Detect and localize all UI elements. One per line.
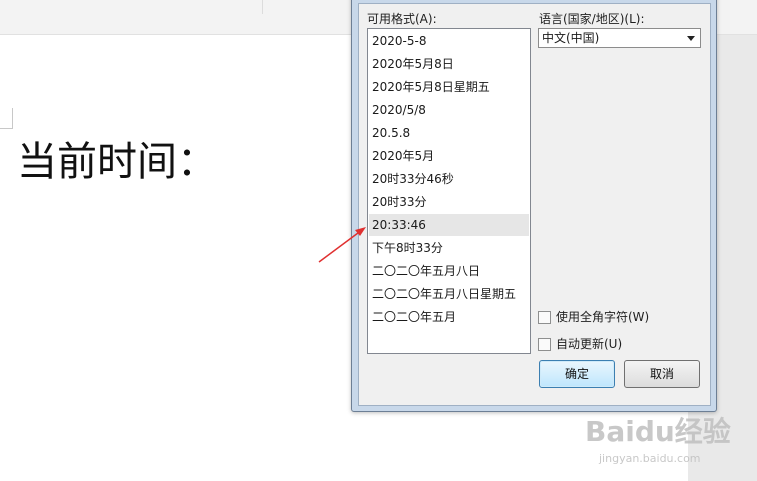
annotation-layer [318,227,366,263]
watermark-logo: Baidu经验 [585,415,731,448]
baidu-watermark: Baidu经验 jingyan.baidu.com [585,410,750,478]
watermark-url: jingyan.baidu.com [599,452,701,465]
red-arrow-icon [318,227,366,263]
